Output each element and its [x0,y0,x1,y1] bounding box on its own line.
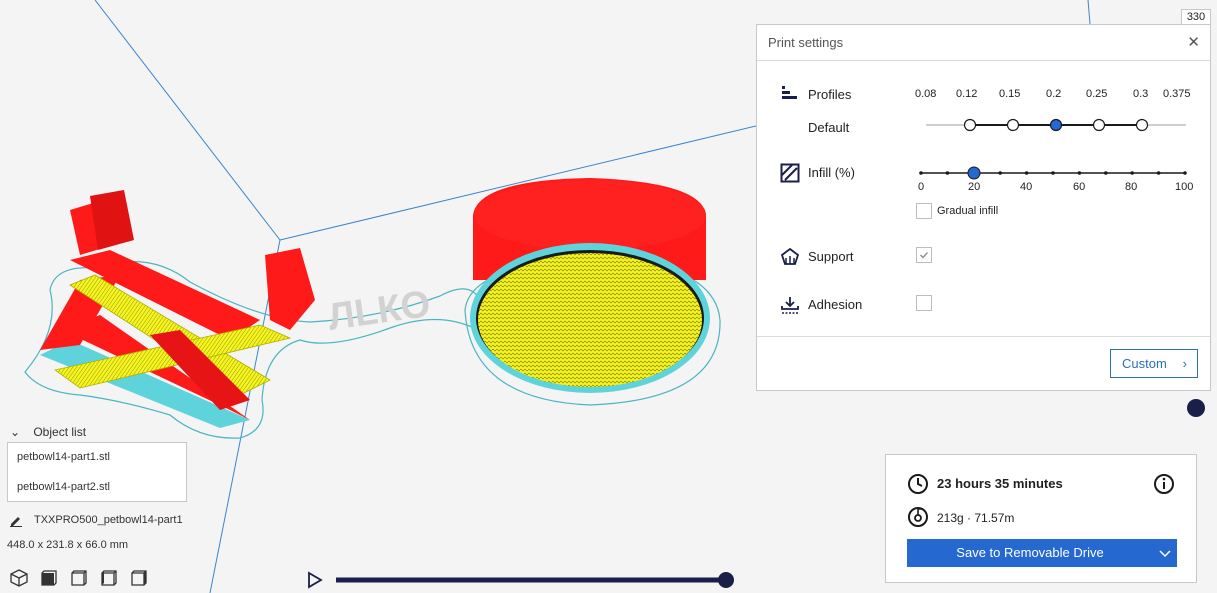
print-time: 23 hours 35 minutes [937,476,1063,491]
profile-option[interactable] [1092,118,1106,132]
infill-tick: 100 [1175,181,1194,193]
profile-value: 0.08 [915,88,937,100]
profiles-icon [782,86,797,99]
profile-option[interactable] [1006,118,1020,132]
layer-slider-handle[interactable] [1187,399,1205,417]
infill-slider-step [919,171,923,175]
close-icon[interactable]: ✕ [1187,33,1200,51]
object-list-item[interactable]: petbowl14-part1.stl [17,451,110,463]
profiles-label: Profiles [808,87,852,102]
adhesion-label: Adhesion [808,297,863,312]
object-list-item[interactable]: petbowl14-part2.stl [17,481,110,493]
infill-tick: 20 [968,181,981,193]
print-settings-footer-divider [757,336,1210,337]
spool-icon [908,507,928,527]
save-button-label: Save to Removable Drive [956,545,1104,560]
chevron-right-icon: › [1182,356,1187,371]
infill-slider-step [1156,171,1161,175]
profile-option[interactable] [963,118,977,132]
print-settings-header: Print settings ✕ [757,25,1210,61]
support-label: Support [808,249,854,264]
gradual-infill-checkbox[interactable] [916,203,932,219]
3d-view-icon[interactable] [9,568,29,588]
infill-tick: 40 [1020,181,1033,193]
infill-slider-handle[interactable] [967,166,981,180]
custom-settings-button[interactable]: Custom › [1110,349,1198,378]
infill-slider-step [998,171,1002,175]
profile-slider[interactable] [922,115,1192,135]
print-estimate-panel: 23 hours 35 minutes 213g · 71.57m Save t… [885,454,1197,583]
infill-label: Infill (%) [808,165,855,180]
checkmark-icon [920,252,928,259]
selected-object-name: TXXPRO500_petbowl14-part1 [34,514,183,526]
infill-slider-step [1130,171,1134,175]
infill-slider-step [1051,171,1055,175]
object-list: petbowl14-part1.stl petbowl14-part2.stl [7,442,187,502]
support-checkbox[interactable] [916,247,932,263]
infill-tick: 60 [1073,181,1086,193]
profile-value: 0.375 [1163,88,1191,100]
object-list-toggle[interactable]: ⌄ Object list [10,425,86,439]
print-settings-panel: Print settings ✕ Profiles Default 0.08 0… [756,24,1211,391]
front-view-icon[interactable] [39,568,59,588]
infill-tick: 80 [1125,181,1138,193]
infill-tick: 0 [918,181,925,193]
object-list-header: Object list [33,425,87,439]
support-icon [780,247,800,265]
build-plate-watermark: ЛLКО [325,283,432,339]
infill-slider-step [1104,171,1108,175]
profiles-default-label: Default [808,120,850,135]
profile-value: 0.15 [999,88,1021,100]
infill-icon [780,163,800,183]
right-view-icon[interactable] [129,568,149,588]
infill-slider[interactable] [917,163,1189,183]
profile-option[interactable] [1135,118,1149,132]
chevron-down-icon[interactable] [1153,539,1177,567]
left-view-icon[interactable] [99,568,119,588]
gradual-infill-label: Gradual infill [937,205,999,217]
save-to-removable-drive-button[interactable]: Save to Removable Drive [907,539,1177,567]
profile-value: 0.25 [1086,88,1108,100]
custom-button-label: Custom [1122,356,1167,371]
profile-option-selected[interactable] [1049,118,1063,132]
infill-slider-step [1077,171,1082,175]
selected-object-dimensions: 448.0 x 231.8 x 66.0 mm [7,539,129,551]
infill-slider-step [945,171,950,175]
profile-value: 0.2 [1046,88,1062,100]
info-icon[interactable] [1153,473,1175,495]
pencil-icon[interactable] [9,513,23,527]
max-layer-badge: 330 [1181,9,1211,25]
print-settings-title: Print settings [768,35,844,50]
profile-value: 0.3 [1133,88,1149,100]
infill-slider-step [1183,171,1187,175]
play-icon [308,571,323,589]
infill-slider-step [1024,171,1029,175]
profile-value: 0.12 [956,88,978,100]
top-view-icon[interactable] [69,568,89,588]
adhesion-icon [781,297,799,314]
chevron-down-icon: ⌄ [10,425,21,439]
material-usage: 213g · 71.57m [937,511,1015,525]
clock-icon [908,474,928,494]
adhesion-checkbox[interactable] [916,295,932,311]
play-button[interactable] [308,571,323,589]
model-part2[interactable] [464,178,721,406]
simulation-slider-handle[interactable] [718,572,734,588]
